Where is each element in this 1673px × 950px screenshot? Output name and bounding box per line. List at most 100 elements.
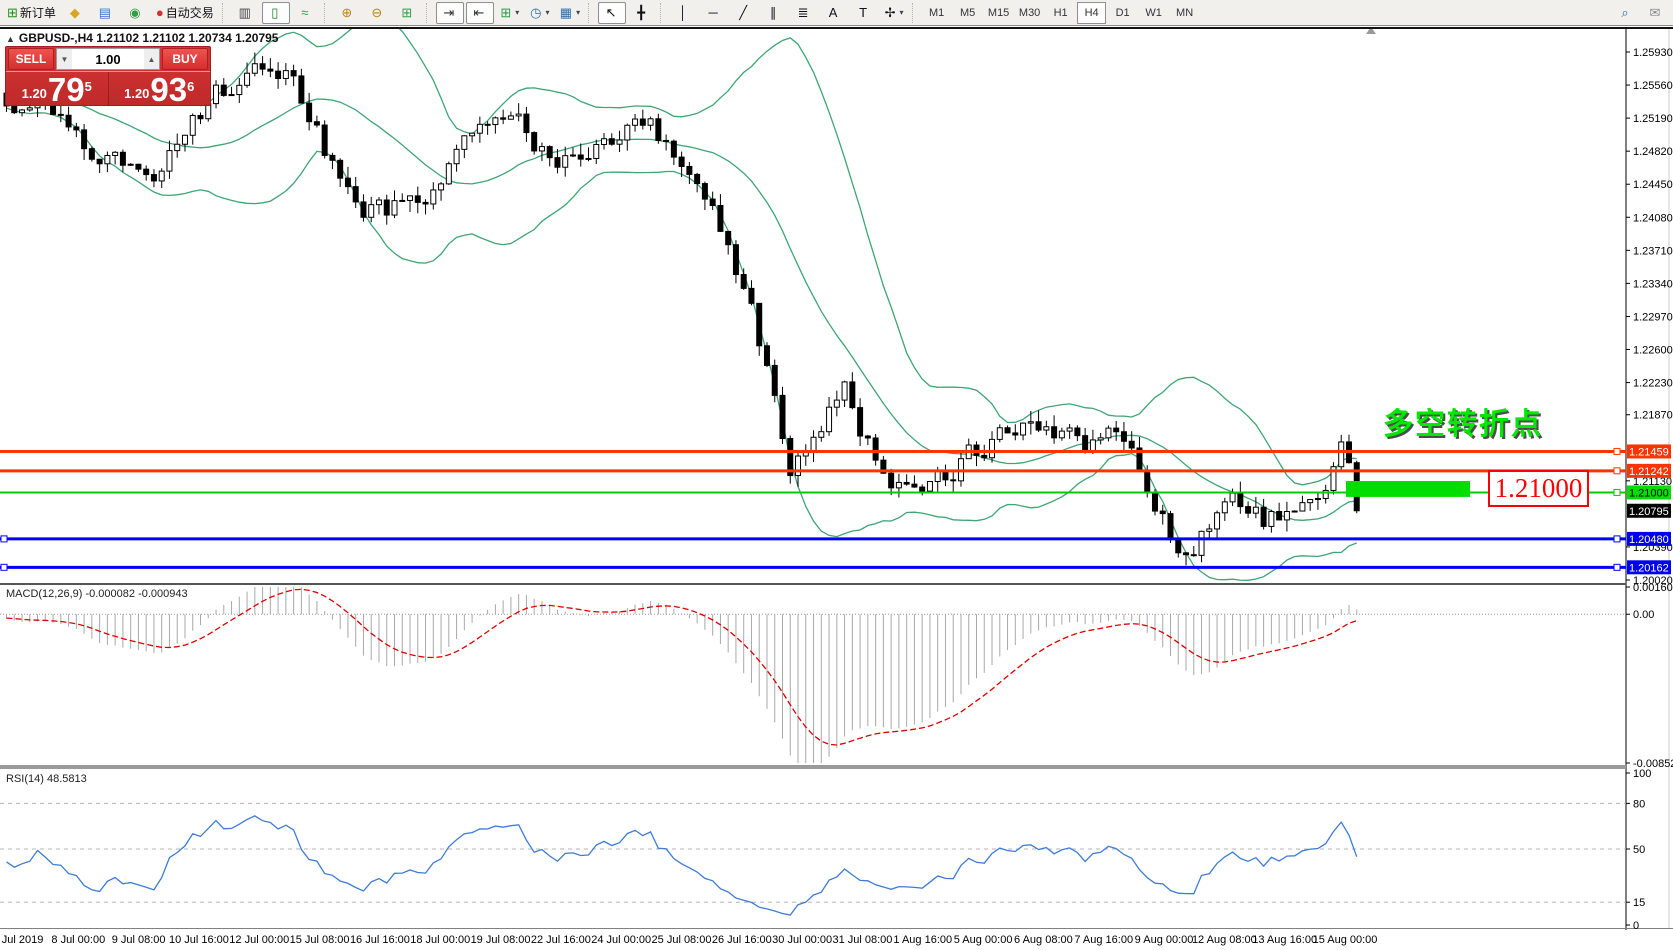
candle-bear	[423, 202, 428, 204]
level-line-handle[interactable]	[1614, 564, 1620, 570]
timeframe-m30-button[interactable]: M30	[1015, 2, 1044, 24]
timeframe-m15-button[interactable]: M15	[984, 2, 1013, 24]
chat-button[interactable]: ✉	[1642, 2, 1670, 24]
candle-bear	[656, 119, 661, 141]
price-level-callout[interactable]: 1.21000	[1488, 470, 1589, 507]
fibonacci-button[interactable]: ≣	[790, 2, 818, 24]
profiles-button[interactable]: ◷▾	[526, 2, 554, 24]
auto-scroll-button[interactable]: ⇥	[436, 2, 464, 24]
level-line-handle[interactable]	[1, 536, 7, 542]
templates-button[interactable]: ▦▾	[556, 2, 584, 24]
new-chart-icon: ⊞	[500, 6, 511, 19]
new-order-icon: ⊞	[7, 6, 18, 19]
level-line-handle[interactable]	[1614, 489, 1620, 495]
candle-bull	[508, 116, 513, 119]
candle-bull	[439, 184, 444, 190]
bar-chart-button[interactable]: ▥	[232, 2, 260, 24]
candle-bull	[27, 108, 32, 110]
text-label-button[interactable]: T	[850, 2, 878, 24]
candle-bull	[1199, 531, 1204, 555]
bar-chart-icon: ▥	[239, 6, 251, 19]
new-chart-button[interactable]: ⊞▾	[496, 2, 524, 24]
candle-bull	[834, 400, 839, 407]
sell-button[interactable]: SELL	[8, 48, 54, 70]
x-axis-label: 8 Jul 00:00	[51, 934, 105, 946]
candle-bear	[850, 382, 855, 408]
trendline-button[interactable]: ╱	[730, 2, 758, 24]
candle-bear	[858, 408, 863, 436]
eraser-button[interactable]: ◆	[62, 2, 90, 24]
x-axis-label: 26 Jul 16:00	[712, 934, 772, 946]
new-order-button[interactable]: ⊞新订单	[3, 2, 60, 24]
collapse-one-click-icon[interactable]: ▲	[6, 34, 15, 44]
timeframe-h4-button[interactable]: H4	[1077, 2, 1106, 24]
candle-bear	[780, 395, 785, 438]
zoom-in-button[interactable]: ⊕	[334, 2, 362, 24]
candle-bull	[175, 144, 180, 150]
tile-windows-button[interactable]: ⊞	[394, 2, 422, 24]
level-line-handle[interactable]	[1, 564, 7, 570]
cursor-button[interactable]: ↖	[598, 2, 626, 24]
chart-annotation-text[interactable]: 多空转折点	[1383, 399, 1543, 443]
line-chart-button[interactable]: ≈	[292, 2, 320, 24]
autotrading-button[interactable]: ●自动交易	[152, 2, 218, 24]
macd-rsi-splitter[interactable]	[0, 765, 1626, 769]
volume-up-button[interactable]: ▲	[144, 49, 159, 69]
timeframe-w1-button[interactable]: W1	[1139, 2, 1168, 24]
signals-button[interactable]: ◉	[122, 2, 150, 24]
candle-bear	[1176, 540, 1181, 553]
candle-bull	[245, 73, 250, 85]
candle-bull	[1308, 500, 1313, 503]
chat-icon: ✉	[1650, 6, 1661, 19]
chart-shift-button[interactable]: ⇤	[466, 2, 494, 24]
chart-canvas[interactable]: 1.259301.255601.251901.248201.244501.240…	[0, 0, 1673, 950]
timeframe-m1-button[interactable]: M1	[922, 2, 951, 24]
candle-bear	[764, 346, 769, 366]
vertical-line-button[interactable]: │	[670, 2, 698, 24]
sell-price[interactable]: 1.20 79 5	[6, 72, 109, 106]
toolbar-separator	[426, 3, 432, 23]
buy-button[interactable]: BUY	[162, 48, 208, 70]
candle-bear	[555, 158, 560, 168]
candle-bear	[82, 130, 87, 149]
horizontal-line-button[interactable]: ─	[700, 2, 728, 24]
timeframe-mn-button[interactable]: MN	[1170, 2, 1199, 24]
candle-bull	[827, 407, 832, 432]
timeframe-m5-button[interactable]: M5	[953, 2, 982, 24]
profiles-icon: ◷	[530, 6, 541, 19]
candle-bear	[1005, 428, 1010, 433]
y-axis-tick-label: 1.23340	[1633, 278, 1673, 290]
level-line-handle[interactable]	[1614, 536, 1620, 542]
rsi-pane[interactable]	[0, 803, 1626, 915]
candle-bull	[1269, 511, 1274, 526]
candle-bear	[501, 118, 506, 119]
candle-bear	[89, 149, 94, 160]
x-axis-label: 15 Jul 08:00	[290, 934, 350, 946]
main-macd-splitter[interactable]	[0, 583, 1626, 585]
equidistant-channel-button[interactable]: ∥	[760, 2, 788, 24]
volume-input[interactable]	[72, 51, 144, 68]
level-line-handle[interactable]	[1614, 468, 1620, 474]
axis-price-label: 1.20162	[1629, 562, 1669, 574]
text-button[interactable]: A	[820, 2, 848, 24]
zoom-out-button[interactable]: ⊖	[364, 2, 392, 24]
sell-price-prefix: 1.20	[22, 84, 47, 104]
x-axis-label: 10 Jul 16:00	[169, 934, 229, 946]
level-line-handle[interactable]	[1614, 448, 1620, 454]
timeframe-h1-button[interactable]: H1	[1046, 2, 1075, 24]
candle-bear	[1238, 493, 1243, 506]
crosshair-button[interactable]: ╋	[628, 2, 656, 24]
candle-bear	[1168, 514, 1173, 540]
candle-bull	[625, 125, 630, 140]
timeframe-d1-button[interactable]: D1	[1108, 2, 1137, 24]
search-button[interactable]: ⌕	[1612, 2, 1640, 24]
volume-down-button[interactable]: ▼	[57, 49, 72, 69]
candlestick-chart-button[interactable]: ▯	[262, 2, 290, 24]
candle-bull	[1044, 427, 1049, 430]
buy-price[interactable]: 1.20 93 6	[109, 72, 211, 106]
arrows-button[interactable]: ✢▾	[880, 2, 908, 24]
macd-pane[interactable]	[0, 587, 1626, 763]
candle-bull	[997, 428, 1002, 440]
market-watch-button[interactable]: ▤	[92, 2, 120, 24]
highlight-rectangle[interactable]	[1346, 481, 1470, 497]
